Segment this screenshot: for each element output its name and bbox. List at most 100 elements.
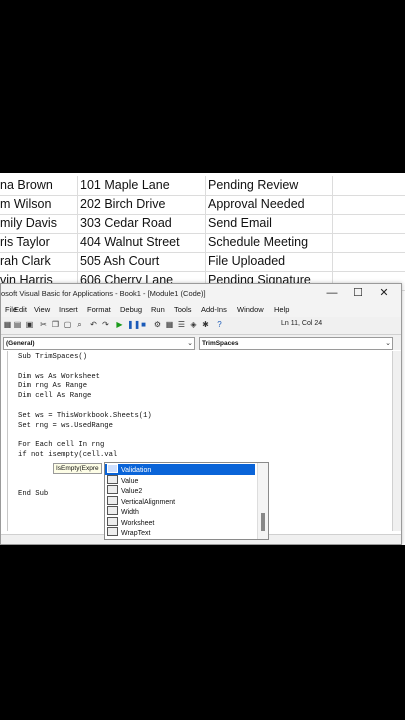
menu-item-debug[interactable]: Debug: [120, 303, 142, 317]
table-row: ris Taylor 404 Walnut Street Schedule Meet…: [0, 233, 405, 253]
parameter-tooltip: IsEmpty(Expre: [53, 463, 102, 474]
find-icon[interactable]: ⌕: [75, 320, 84, 329]
properties-icon[interactable]: ☰: [177, 320, 186, 329]
autocomplete-list[interactable]: WrapText Worksheet Width VerticalAlignment V…: [104, 462, 269, 540]
menu-item-insert[interactable]: Insert: [59, 303, 78, 317]
vertical-scrollbar[interactable]: [392, 351, 401, 531]
cell-status[interactable]: Pending Review: [206, 176, 333, 195]
object-dropdown[interactable]: (General) ⌄: [3, 337, 195, 350]
cell-address[interactable]: 505 Ash Court: [78, 252, 206, 271]
cursor-position: Ln 11, Col 24: [281, 320, 323, 327]
object-dropdown-value: (General): [6, 340, 35, 347]
autocomplete-item[interactable]: Value2: [105, 485, 255, 496]
code-combos: (General) ⌄ TrimSpaces ⌄: [1, 335, 401, 350]
procedure-dropdown-value: TrimSpaces: [202, 340, 239, 347]
property-icon: [107, 495, 118, 505]
cell-name[interactable]: mily Davis: [0, 214, 78, 233]
code-line: Dim rng As Range: [18, 382, 88, 391]
reset-icon[interactable]: ■: [139, 320, 148, 329]
code-line: For Each cell In rng: [18, 441, 105, 450]
autocomplete-item-label: Value2: [121, 488, 143, 495]
autocomplete-item-label: VerticalAlignment: [121, 498, 176, 506]
autocomplete-item[interactable]: Width: [105, 506, 255, 517]
minimize-button[interactable]: —: [319, 284, 345, 303]
property-icon: [107, 506, 118, 515]
cell-status[interactable]: Schedule Meeting: [206, 233, 333, 252]
cut-icon[interactable]: ✂: [39, 320, 48, 329]
property-icon: [107, 527, 118, 536]
toolbox-icon[interactable]: ✱: [201, 320, 210, 329]
cell-empty[interactable]: [333, 176, 405, 195]
autocomplete-item-label: WrapText: [121, 530, 151, 537]
code-line: Set ws = ThisWorkbook.Sheets(1): [18, 411, 152, 420]
window-title: osoft Visual Basic for Applications - Bo…: [1, 289, 206, 298]
undo-icon[interactable]: ↶: [89, 320, 98, 329]
menu-bar: File Edit View Insert Format Debug Run Tools Add…: [1, 303, 401, 317]
autocomplete-item[interactable]: Validation: [105, 464, 255, 475]
cell-empty[interactable]: [333, 252, 405, 271]
cell-name[interactable]: na Brown: [0, 176, 78, 195]
project-explorer-icon[interactable]: ▦: [165, 320, 174, 329]
property-icon: [107, 464, 118, 473]
cell-name[interactable]: rah Clark: [0, 252, 78, 271]
redo-icon[interactable]: ↷: [101, 320, 110, 329]
chevron-down-icon: ⌄: [187, 340, 193, 347]
cell-address[interactable]: 303 Cedar Road: [78, 214, 206, 233]
table-row: mily Davis 303 Cedar Road Send Email: [0, 214, 405, 234]
code-line: Dim ws As Worksheet: [18, 372, 100, 381]
break-icon[interactable]: ❚❚: [127, 320, 140, 329]
menu-item-window[interactable]: Window: [237, 303, 264, 317]
autocomplete-item-label: Validation: [121, 467, 152, 474]
copy-icon[interactable]: ❐: [51, 320, 60, 329]
save-icon[interactable]: ▣: [25, 320, 34, 329]
chevron-down-icon: ⌄: [385, 340, 391, 347]
menu-item-run[interactable]: Run: [151, 303, 165, 317]
run-icon[interactable]: ▶: [115, 320, 124, 329]
cell-name[interactable]: m Wilson: [0, 195, 78, 214]
menu-item-add-ins[interactable]: Add-Ins: [201, 303, 227, 317]
design-mode-icon[interactable]: ⚙: [153, 320, 162, 329]
autocomplete-item-label: Width: [121, 509, 139, 516]
cell-address[interactable]: 202 Birch Drive: [78, 195, 206, 214]
property-icon: [107, 516, 118, 526]
object-browser-icon[interactable]: ◈: [189, 320, 198, 329]
menu-item-tools[interactable]: Tools: [174, 303, 192, 317]
menu-item-view[interactable]: View: [34, 303, 50, 317]
cell-name[interactable]: ris Taylor: [0, 233, 78, 252]
procedure-dropdown[interactable]: TrimSpaces ⌄: [199, 337, 393, 350]
autocomplete-item[interactable]: Worksheet: [105, 516, 255, 528]
screen: na Brown 101 Maple Lane Pending Review m Wi…: [0, 173, 405, 545]
code-line: Set rng = ws.UsedRange: [18, 421, 113, 430]
autocomplete-item[interactable]: VerticalAlignment: [105, 495, 255, 507]
autocomplete-item[interactable]: WrapText: [105, 527, 255, 538]
menu-item-format[interactable]: Format: [87, 303, 111, 317]
vba-editor-window: osoft Visual Basic for Applications - Bo…: [0, 283, 402, 545]
insert-module-icon[interactable]: ▤: [13, 320, 22, 329]
excel-icon[interactable]: ▦: [3, 320, 12, 329]
help-icon[interactable]: ?: [215, 320, 224, 329]
cell-status[interactable]: Approval Needed: [206, 195, 333, 214]
table-row: m Wilson 202 Birch Drive Approval Needed: [0, 195, 405, 215]
close-button[interactable]: ✕: [371, 284, 397, 303]
property-icon: [107, 474, 118, 484]
cell-status[interactable]: Send Email: [206, 214, 333, 233]
autocomplete-scrollbar[interactable]: [257, 463, 268, 539]
cell-address[interactable]: 101 Maple Lane: [78, 176, 206, 195]
code-line: Dim cell As Range: [18, 392, 92, 401]
autocomplete-item[interactable]: Value: [105, 474, 255, 486]
cell-address[interactable]: 404 Walnut Street: [78, 233, 206, 252]
menu-item-help[interactable]: Help: [274, 303, 289, 317]
title-bar: osoft Visual Basic for Applications - Bo…: [1, 284, 401, 303]
code-line: End Sub: [18, 490, 49, 499]
cell-empty[interactable]: [333, 214, 405, 233]
table-row: rah Clark 505 Ash Court File Uploaded: [0, 252, 405, 272]
autocomplete-item-label: Value: [121, 477, 139, 485]
menu-item-edit[interactable]: Edit: [14, 303, 27, 317]
paste-icon[interactable]: ▢: [63, 320, 72, 329]
maximize-button[interactable]: ☐: [345, 284, 371, 303]
table-row: na Brown 101 Maple Lane Pending Review: [0, 176, 405, 196]
cell-status[interactable]: File Uploaded: [206, 252, 333, 271]
scroll-thumb[interactable]: [261, 513, 265, 531]
cell-empty[interactable]: [333, 195, 405, 214]
cell-empty[interactable]: [333, 233, 405, 252]
